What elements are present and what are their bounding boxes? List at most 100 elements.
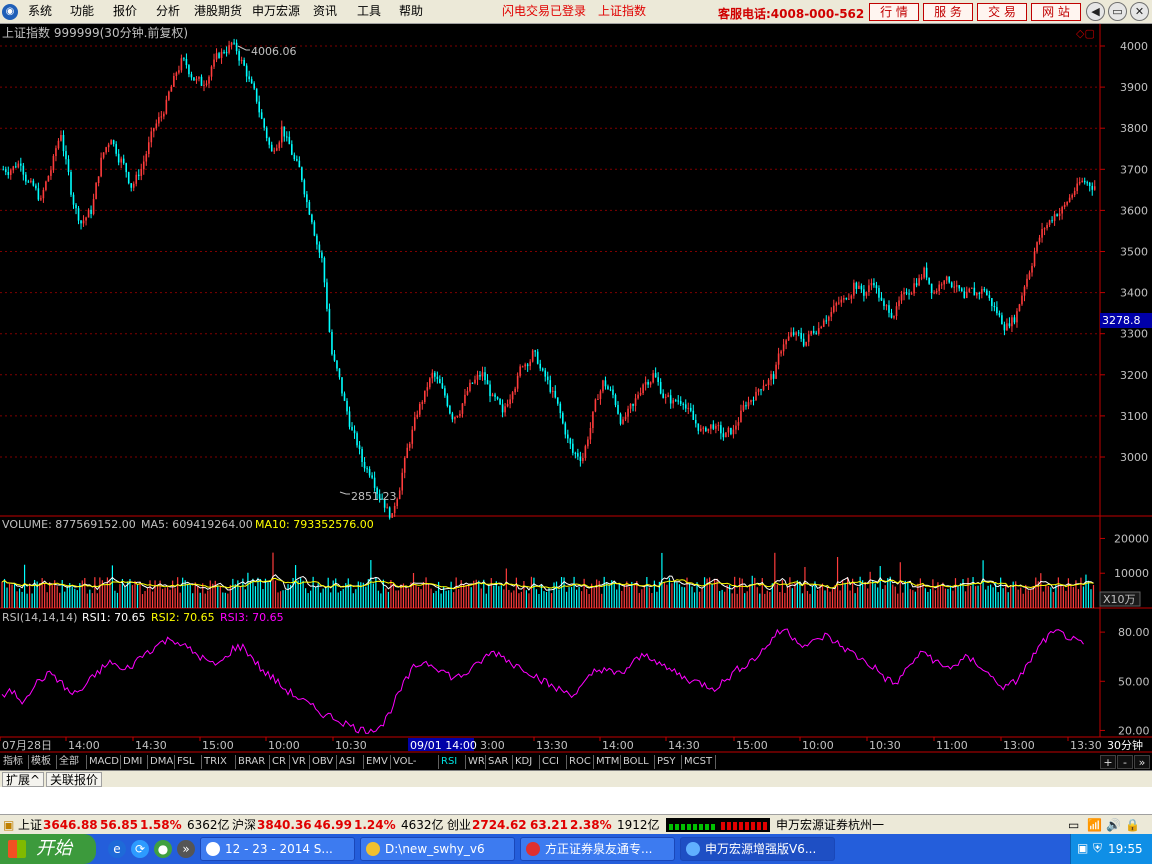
menu-function[interactable]: 功能: [70, 4, 94, 18]
indicator-tab-kdj[interactable]: KDJ: [513, 755, 540, 769]
menu-tools[interactable]: 工具: [357, 4, 381, 18]
hs-index-pct: 1.24%: [354, 818, 396, 832]
back-icon[interactable]: ◀: [1086, 2, 1105, 21]
indicator-tab-rsi[interactable]: RSI: [439, 755, 466, 769]
indicator-tab-dma[interactable]: DMA: [148, 755, 175, 769]
candle-body: [461, 403, 464, 414]
menu-analysis[interactable]: 分析: [156, 4, 180, 18]
menu-info[interactable]: 资讯: [313, 4, 337, 18]
chart-svg[interactable]: 3000 3100 3200 3300 3400 3500 3600 3700 3800 3900…: [0, 24, 1152, 754]
indicator-tab-trix[interactable]: TRIX: [202, 755, 236, 769]
indicator-tab-cci[interactable]: CCI: [540, 755, 567, 769]
hs-index-price: 3840.36: [257, 818, 312, 832]
candle-body: [873, 282, 875, 286]
chart-area[interactable]: 3000 3100 3200 3300 3400 3500 3600 3700 3800 3900…: [0, 24, 1152, 754]
app-logo-icon[interactable]: ◉: [2, 4, 18, 20]
candle-body: [968, 288, 971, 292]
volume-tick-label: 10000: [1114, 567, 1149, 580]
indicator-tab-boll[interactable]: BOLL: [621, 755, 655, 769]
window-icon[interactable]: ▭: [1068, 818, 1079, 832]
candle-body: [198, 76, 200, 79]
indicator-tab-vr[interactable]: VR: [290, 755, 310, 769]
green-app-icon[interactable]: ●: [154, 840, 172, 858]
taskbar-item[interactable]: D:\new_swhy_v6: [360, 837, 515, 861]
menu-swhy[interactable]: 申万宏源: [252, 4, 300, 18]
shield-icon[interactable]: ⛨: [1093, 841, 1102, 856]
candle-body: [268, 138, 271, 145]
indicator-tab-roc[interactable]: ROC: [567, 755, 594, 769]
candle-body: [659, 381, 662, 394]
period-label[interactable]: 30分钟: [1107, 738, 1143, 752]
candle-body: [70, 171, 72, 195]
indicator-tab-asi[interactable]: ASI: [337, 755, 364, 769]
candle-body: [27, 181, 30, 183]
candle-body: [1006, 323, 1008, 331]
candle-body: [569, 438, 572, 444]
menu-help[interactable]: 帮助: [399, 4, 423, 18]
candle-body: [17, 163, 20, 168]
service-button[interactable]: 服 务: [923, 3, 973, 21]
candle-body: [986, 290, 988, 296]
more-quicklaunch-icon[interactable]: »: [177, 840, 195, 858]
indicator-tab-brar[interactable]: BRAR: [236, 755, 270, 769]
website-button[interactable]: 网 站: [1031, 3, 1081, 21]
candle-body: [72, 194, 75, 205]
more-indicators-button[interactable]: »: [1134, 755, 1150, 769]
indicator-tab-macd[interactable]: MACD: [87, 755, 121, 769]
candle-body: [1056, 214, 1058, 216]
menu-hk-futures[interactable]: 港股期货: [194, 4, 242, 18]
sound-icon[interactable]: 🔊: [1106, 818, 1121, 832]
chart-corner-icon[interactable]: ◇▢: [1076, 27, 1095, 40]
ie-icon[interactable]: e: [108, 840, 126, 858]
trade-button[interactable]: 交 易: [977, 3, 1027, 21]
indicator-tab-sar[interactable]: SAR: [486, 755, 513, 769]
indicator-tab-mcst[interactable]: MCST: [682, 755, 716, 769]
candle-body: [153, 128, 155, 132]
indicator-tab-模板[interactable]: 模板: [29, 755, 57, 769]
candle-body: [717, 425, 720, 427]
indicator-tab-cr[interactable]: CR: [270, 755, 290, 769]
quote-button[interactable]: 行 情: [869, 3, 919, 21]
candle-body: [983, 289, 986, 291]
indicator-tab-全部[interactable]: 全部: [57, 755, 87, 769]
taskbar-item[interactable]: 12 - 23 - 2014 S...: [200, 837, 355, 861]
indicator-tab-psy[interactable]: PSY: [655, 755, 682, 769]
candle-body: [509, 399, 511, 405]
start-button[interactable]: 开始: [0, 834, 96, 864]
rsi-tick-label: 50.00: [1118, 675, 1150, 688]
indicator-tab-dmi[interactable]: DMI: [121, 755, 148, 769]
candle-body: [925, 267, 928, 278]
related-quotes-tab[interactable]: 关联报价: [46, 772, 103, 787]
volume-ma-line: [1, 577, 1094, 590]
taskbar-item[interactable]: 申万宏源增强版V6...: [680, 837, 835, 861]
network-icon[interactable]: ▣: [1077, 841, 1088, 855]
indicator-tab-vol-tdx[interactable]: VOL-TDX: [391, 755, 439, 781]
taskbar-item[interactable]: 方正证券泉友通专...: [520, 837, 675, 861]
restore-icon[interactable]: ▭: [1108, 2, 1127, 21]
remove-indicator-button[interactable]: -: [1117, 755, 1133, 769]
menu-quote[interactable]: 报价: [113, 4, 137, 18]
indicator-tab-emv[interactable]: EMV: [364, 755, 391, 769]
candle-body: [1091, 186, 1094, 190]
candle-body: [667, 395, 669, 397]
indicator-tab-指标[interactable]: 指标: [1, 755, 29, 769]
candle-body: [323, 257, 326, 283]
candle-body: [1033, 251, 1036, 266]
indicator-tab-fsl[interactable]: FSL: [175, 755, 202, 769]
indicator-tab-wr[interactable]: WR: [466, 755, 486, 769]
menu-system[interactable]: 系统: [28, 4, 52, 18]
lock-status-icon[interactable]: 🔒: [1125, 818, 1140, 832]
indicator-tab-obv[interactable]: OBV: [310, 755, 337, 769]
indicator-tab-mtm[interactable]: MTM: [594, 755, 621, 769]
candle-body: [235, 42, 238, 52]
signal-icon[interactable]: 📶: [1087, 818, 1102, 832]
refresh-icon[interactable]: ⟳: [131, 840, 149, 858]
candle-body: [298, 160, 301, 168]
candle-body: [915, 283, 918, 286]
volume-bars: [1, 552, 1095, 608]
candle-body: [491, 394, 494, 397]
expand-tab[interactable]: 扩展^: [2, 772, 45, 787]
add-indicator-button[interactable]: +: [1100, 755, 1116, 769]
close-icon[interactable]: ✕: [1130, 2, 1149, 21]
candle-body: [265, 127, 268, 139]
